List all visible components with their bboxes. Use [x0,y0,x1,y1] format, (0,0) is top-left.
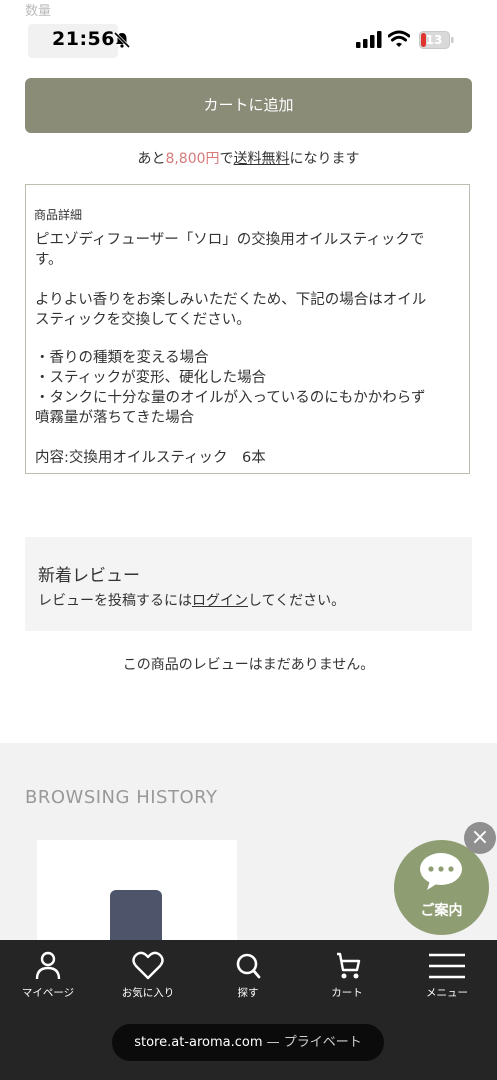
person-icon [35,951,61,980]
shipping-mid: で [219,151,234,167]
url-domain: store.at-aroma.com [134,1035,263,1050]
chat-guide-label: ご案内 [420,903,463,919]
shipping-prefix: あと [137,151,166,167]
new-reviews-title: 新着レビュー [38,566,140,586]
free-shipping-link[interactable]: 送料無料 [234,151,290,167]
chat-bubble-icon [420,853,462,890]
cart-icon [337,952,361,979]
detail-line: スティックを交換してください。 [35,312,251,328]
tab-cart[interactable]: カート [302,950,392,1005]
browsing-history-title: BROWSING HISTORY [25,787,218,808]
tab-label: メニュー [426,987,468,999]
menu-icon [429,953,465,979]
product-detail-title: 商品詳細 [34,208,83,222]
detail-line: す。 [35,252,63,268]
tab-menu[interactable]: メニュー [402,950,492,1005]
tab-search[interactable]: 探す [203,950,293,1005]
free-shipping-notice: あと8,800円で送料無料になります [0,148,497,168]
review-login-prompt: レビューを投稿するにはログインしてください。 [38,590,345,610]
tab-favorites[interactable]: お気に入り [103,950,193,1005]
chat-close-button[interactable]: × [464,822,496,854]
tab-mypage[interactable]: マイページ [3,950,93,1005]
private-mode-label: プライベート [283,1035,362,1050]
detail-line: 内容:交換用オイルスティック 6本 [35,450,266,466]
review-prompt-suffix: してください。 [248,593,346,609]
review-prompt-prefix: レビューを投稿するには [38,593,192,609]
bell-muted-icon [113,31,131,49]
cellular-signal-icon [356,31,382,48]
detail-line: ・タンクに十分な量のオイルが入っているのにもかかわらず [35,390,426,406]
detail-line: 噴霧量が落ちてきた場合 [35,410,195,426]
no-reviews-message: この商品のレビューはまだありません。 [122,657,375,673]
add-to-cart-button[interactable]: カートに追加 [25,78,472,133]
detail-line: ・香りの種類を変える場合 [35,350,209,366]
login-link[interactable]: ログイン [192,593,248,609]
detail-line: よりよい香りをお楽しみいただくため、下記の場合はオイル [35,292,427,308]
url-separator: — [262,1035,284,1050]
shipping-amount: 8,800円 [165,151,220,167]
tab-label: お気に入り [121,987,175,999]
tab-label: 探す [237,987,259,999]
detail-line: ピエゾディフューザー「ソロ」の交換用オイルスティックで [35,232,425,248]
heart-icon [132,951,164,980]
browser-address-bar[interactable]: store.at-aroma.com — プライベート [112,1024,384,1061]
battery-level: 13 [425,33,443,47]
wifi-icon [388,30,410,47]
detail-line: ・スティックが変形、硬化した場合 [35,370,267,386]
tab-label: マイページ [21,987,75,999]
quantity-label-ghost: 数量 [25,4,52,19]
status-time: 21:56 [52,28,115,50]
search-icon [236,953,261,979]
tab-label: カート [331,987,363,999]
shipping-suffix: になります [289,151,360,167]
